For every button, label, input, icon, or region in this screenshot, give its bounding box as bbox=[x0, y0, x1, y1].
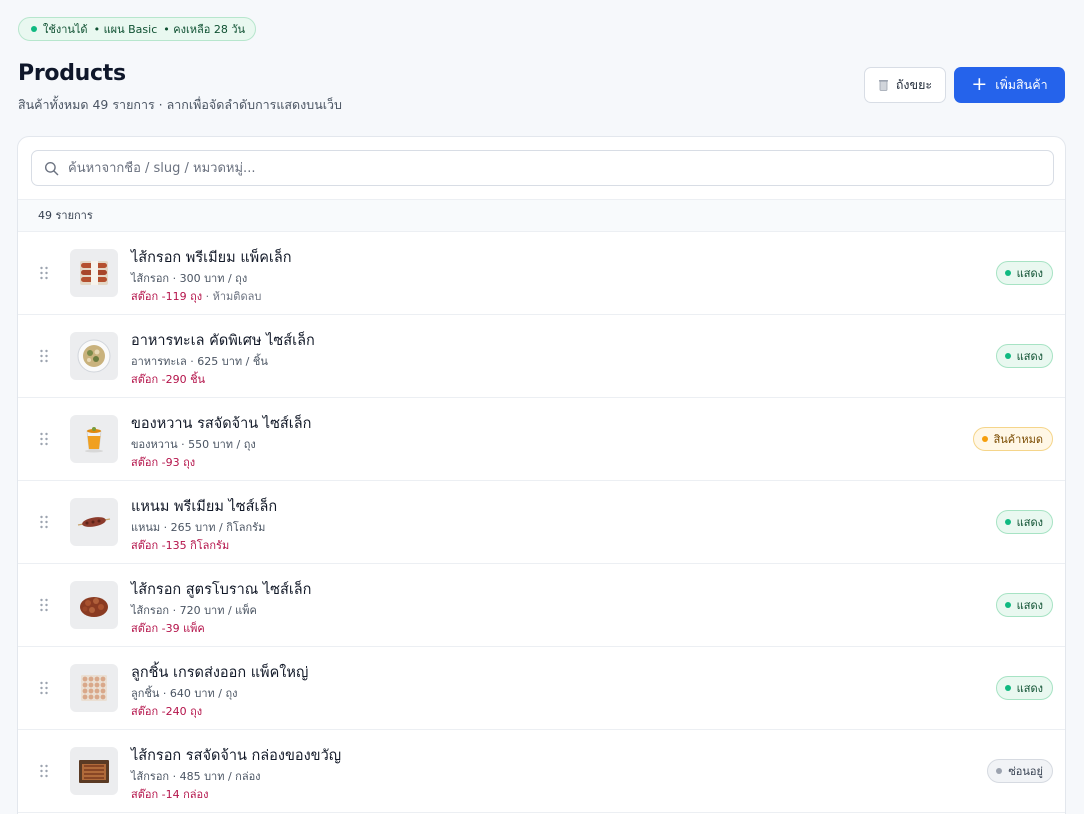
trash-icon bbox=[878, 80, 888, 91]
status-badge[interactable]: แสดง bbox=[995, 344, 1053, 368]
stock-text: สต๊อก -39 แพ็ค bbox=[131, 622, 205, 635]
product-row[interactable]: ของหวาน รสจัดจ้าน ไซส์เล็ก ของหวาน · 550… bbox=[18, 398, 1065, 481]
product-name[interactable]: ไส้กรอก สูตรโบราณ ไซส์เล็ก bbox=[131, 578, 311, 601]
product-name[interactable]: ลูกชิ้น เกรดส่งออก แพ็คใหญ่ bbox=[131, 661, 308, 684]
drag-handle-icon[interactable] bbox=[39, 764, 49, 778]
product-thumbnail bbox=[70, 581, 118, 629]
stock-info: สต๊อก -119 ถุง · ห้ามติดลบ bbox=[131, 287, 261, 305]
status-label: แสดง bbox=[1016, 267, 1043, 280]
product-name[interactable]: ไส้กรอก รสจัดจ้าน กล่องของขวัญ bbox=[131, 744, 341, 767]
drag-handle-icon[interactable] bbox=[39, 349, 49, 363]
drag-handle-icon[interactable] bbox=[39, 515, 49, 529]
status-label: แสดง bbox=[1016, 599, 1043, 612]
product-thumbnail bbox=[70, 415, 118, 463]
stock-info: สต๊อก -240 ถุง bbox=[131, 702, 202, 720]
product-thumbnail bbox=[70, 747, 118, 795]
product-meta: ไส้กรอก · 720 บาท / แพ็ค bbox=[131, 604, 257, 617]
trash-button-label: ถังขยะ bbox=[895, 77, 933, 92]
search-input[interactable] bbox=[68, 160, 1053, 176]
badge-dot-icon bbox=[1004, 353, 1011, 359]
trash-button[interactable]: ถังขยะ bbox=[864, 67, 946, 103]
stock-text: สต๊อก -14 กล่อง bbox=[131, 788, 209, 801]
product-row[interactable]: ไส้กรอก สูตรโบราณ ไซส์เล็ก ไส้กรอก · 720… bbox=[18, 564, 1065, 647]
drag-handle-icon[interactable] bbox=[39, 681, 49, 695]
badge-dot-icon bbox=[1004, 270, 1011, 276]
stock-info: สต๊อก -93 ถุง bbox=[131, 453, 195, 471]
search-box[interactable] bbox=[31, 150, 1054, 186]
days-left-text: • คงเหลือ 28 วัน bbox=[163, 23, 246, 36]
product-name[interactable]: ของหวาน รสจัดจ้าน ไซส์เล็ก bbox=[131, 412, 311, 435]
stock-text: สต๊อก -119 ถุง bbox=[131, 290, 203, 303]
add-product-label: เพิ่มสินค้า bbox=[995, 77, 1048, 92]
stock-info: สต๊อก -14 กล่อง bbox=[131, 785, 208, 803]
plus-icon: + bbox=[971, 72, 988, 95]
stock-text: สต๊อก -93 ถุง bbox=[131, 456, 196, 469]
product-name[interactable]: แหนม พรีเมียม ไซส์เล็ก bbox=[131, 495, 277, 518]
product-thumbnail bbox=[70, 332, 118, 380]
stock-info: สต๊อก -290 ชิ้น bbox=[131, 370, 205, 388]
account-status-badge: ใช้งานได้ • แผน Basic • คงเหลือ 28 วัน bbox=[18, 17, 257, 41]
stock-note: · ห้ามติดลบ bbox=[205, 290, 262, 303]
page-title: Products bbox=[18, 61, 126, 86]
stock-text: สต๊อก -290 ชิ้น bbox=[131, 373, 206, 386]
product-name[interactable]: ไส้กรอก พรีเมียม แพ็คเล็ก bbox=[131, 246, 292, 269]
product-list: ไส้กรอก พรีเมียม แพ็คเล็ก ไส้กรอก · 300 … bbox=[18, 232, 1065, 813]
status-badge[interactable]: แสดง bbox=[995, 510, 1053, 534]
result-count: 49 รายการ bbox=[18, 199, 1065, 232]
search-icon bbox=[44, 161, 59, 175]
product-meta: ไส้กรอก · 485 บาท / กล่อง bbox=[131, 770, 261, 783]
status-label: แสดง bbox=[1016, 516, 1043, 529]
badge-dot-icon bbox=[1004, 602, 1011, 608]
stock-info: สต๊อก -135 กิโลกรัม bbox=[131, 536, 229, 554]
status-dot-icon bbox=[31, 26, 37, 32]
add-product-button[interactable]: + เพิ่มสินค้า bbox=[954, 67, 1065, 103]
status-badge[interactable]: แสดง bbox=[995, 676, 1053, 700]
status-badge[interactable]: แสดง bbox=[995, 593, 1053, 617]
badge-dot-icon bbox=[1004, 685, 1011, 691]
product-thumbnail bbox=[70, 498, 118, 546]
product-name[interactable]: อาหารทะเล คัดพิเศษ ไซส์เล็ก bbox=[131, 329, 315, 352]
stock-info: สต๊อก -39 แพ็ค bbox=[131, 619, 205, 637]
product-meta: อาหารทะเล · 625 บาท / ชิ้น bbox=[131, 355, 268, 368]
plan-text: • แผน Basic bbox=[93, 23, 158, 36]
status-badge[interactable]: สินค้าหมด bbox=[972, 427, 1053, 451]
product-meta: ของหวาน · 550 บาท / ถุง bbox=[131, 438, 256, 451]
status-badge[interactable]: ซ่อนอยู่ bbox=[987, 759, 1053, 783]
product-row[interactable]: อาหารทะเล คัดพิเศษ ไซส์เล็ก อาหารทะเล · … bbox=[18, 315, 1065, 398]
sausage-pack-icon bbox=[80, 261, 108, 285]
status-label: ซ่อนอยู่ bbox=[1008, 765, 1043, 778]
product-row[interactable]: แหนม พรีเมียม ไซส์เล็ก แหนม · 265 บาท / … bbox=[18, 481, 1065, 564]
product-meta: ไส้กรอก · 300 บาท / ถุง bbox=[131, 272, 248, 285]
status-badge[interactable]: แสดง bbox=[995, 261, 1053, 285]
product-meta: ลูกชิ้น · 640 บาท / ถุง bbox=[131, 687, 238, 700]
drag-handle-icon[interactable] bbox=[39, 598, 49, 612]
drag-handle-icon[interactable] bbox=[39, 266, 49, 280]
badge-dot-icon bbox=[1004, 519, 1011, 525]
drag-handle-icon[interactable] bbox=[39, 432, 49, 446]
status-label: สินค้าหมด bbox=[993, 433, 1043, 446]
dessert-cup-icon bbox=[85, 427, 103, 453]
status-text: ใช้งานได้ bbox=[43, 23, 88, 36]
products-panel: 49 รายการ ไส้กรอก พรีเมียม แพ็คเล็ก ไส้ก… bbox=[17, 136, 1066, 814]
status-label: แสดง bbox=[1016, 350, 1043, 363]
skewer-icon bbox=[77, 517, 111, 527]
stock-text: สต๊อก -240 ถุง bbox=[131, 705, 203, 718]
stock-text: สต๊อก -135 กิโลกรัม bbox=[131, 539, 230, 552]
badge-dot-icon bbox=[981, 436, 988, 442]
product-thumbnail bbox=[70, 249, 118, 297]
product-meta: แหนม · 265 บาท / กิโลกรัม bbox=[131, 521, 266, 534]
product-thumbnail bbox=[70, 664, 118, 712]
sausage-pile-icon bbox=[80, 597, 108, 617]
status-label: แสดง bbox=[1016, 682, 1043, 695]
product-row[interactable]: ไส้กรอก พรีเมียม แพ็คเล็ก ไส้กรอก · 300 … bbox=[18, 232, 1065, 315]
product-row[interactable]: ลูกชิ้น เกรดส่งออก แพ็คใหญ่ ลูกชิ้น · 64… bbox=[18, 647, 1065, 730]
meatball-tray-icon bbox=[81, 675, 107, 701]
page-subtitle: สินค้าทั้งหมด 49 รายการ · ลากเพื่อจัดลำด… bbox=[18, 97, 342, 112]
badge-dot-icon bbox=[996, 768, 1003, 774]
seafood-plate-icon bbox=[77, 339, 111, 373]
gift-box-icon bbox=[79, 760, 109, 783]
product-row[interactable]: ไส้กรอก รสจัดจ้าน กล่องของขวัญ ไส้กรอก ·… bbox=[18, 730, 1065, 813]
